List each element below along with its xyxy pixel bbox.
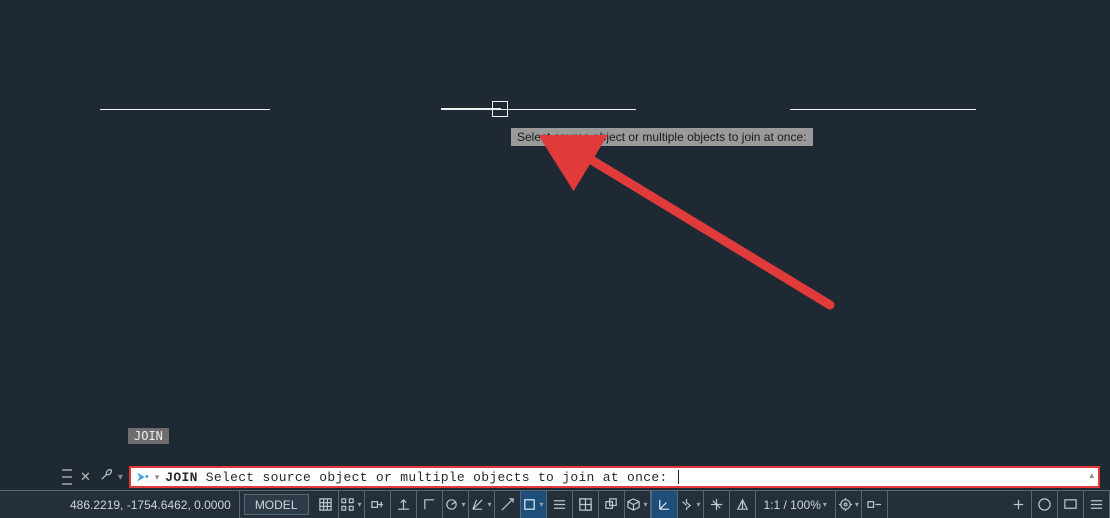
- annotation-arrow: [540, 135, 860, 325]
- gizmo-toggle[interactable]: [704, 491, 730, 518]
- grid-display-toggle[interactable]: [313, 491, 339, 518]
- isometric-drafting-toggle[interactable]: ▾: [469, 491, 495, 518]
- cursor-pickbox: [492, 101, 508, 117]
- clean-screen-icon[interactable]: [1058, 491, 1084, 518]
- object-snap-toggle[interactable]: ▾: [521, 491, 547, 518]
- 3d-osnap-toggle[interactable]: ▾: [625, 491, 651, 518]
- workspace-switching-icon[interactable]: ▾: [836, 491, 862, 518]
- command-line-customize-icon[interactable]: [95, 467, 118, 487]
- infer-constraints-toggle[interactable]: [365, 491, 391, 518]
- command-line-close-icon[interactable]: ✕: [76, 469, 95, 485]
- dynamic-ucs-toggle[interactable]: [652, 491, 678, 518]
- recent-command-tag[interactable]: JOIN: [128, 428, 169, 444]
- polar-tracking-toggle[interactable]: ▾: [443, 491, 469, 518]
- line-segment[interactable]: [100, 109, 270, 110]
- hardware-acceleration-icon[interactable]: [1032, 491, 1058, 518]
- ortho-mode-toggle[interactable]: [417, 491, 443, 518]
- command-line-customize-caret-icon[interactable]: ▾: [118, 472, 129, 483]
- selection-cycling-toggle[interactable]: [599, 491, 625, 518]
- status-bar: 486.2219, -1754.6462, 0.0000 MODEL ▾ ▾ ▾…: [0, 490, 1110, 518]
- command-input-text: JOIN Select source object or multiple ob…: [165, 470, 678, 485]
- annotation-monitor-icon[interactable]: [862, 491, 888, 518]
- dynamic-prompt-tooltip: Select source object or multiple objects…: [511, 128, 813, 146]
- coordinates-readout[interactable]: 486.2219, -1754.6462, 0.0000: [0, 491, 240, 518]
- line-segment[interactable]: [790, 109, 976, 110]
- annotation-visibility-toggle[interactable]: [730, 491, 756, 518]
- customization-icon[interactable]: [1084, 491, 1110, 518]
- command-input-chevron-icon: ⮞•: [137, 471, 149, 484]
- command-line-drag-handle[interactable]: [62, 467, 72, 487]
- command-input[interactable]: ⮞• ▾ JOIN Select source object or multip…: [129, 466, 1100, 488]
- snap-mode-toggle[interactable]: ▾: [339, 491, 365, 518]
- osnap-tracking-toggle[interactable]: [495, 491, 521, 518]
- lineweight-toggle[interactable]: [547, 491, 573, 518]
- command-input-history-caret-icon[interactable]: ▾: [155, 472, 160, 483]
- isolate-objects-icon[interactable]: [1006, 491, 1032, 518]
- command-history-up-icon[interactable]: ▴: [1089, 470, 1094, 481]
- annotation-scale-button[interactable]: 1:1 / 100%▾: [756, 491, 836, 518]
- dynamic-input-toggle[interactable]: [391, 491, 417, 518]
- drawing-canvas[interactable]: Select source object or multiple objects…: [0, 0, 1110, 466]
- transparency-toggle[interactable]: [573, 491, 599, 518]
- command-line-row: ✕ ▾ ⮞• ▾ JOIN Select source object or mu…: [62, 465, 1100, 489]
- model-space-button[interactable]: MODEL: [244, 494, 309, 515]
- selection-filtering-toggle[interactable]: ▾: [678, 491, 704, 518]
